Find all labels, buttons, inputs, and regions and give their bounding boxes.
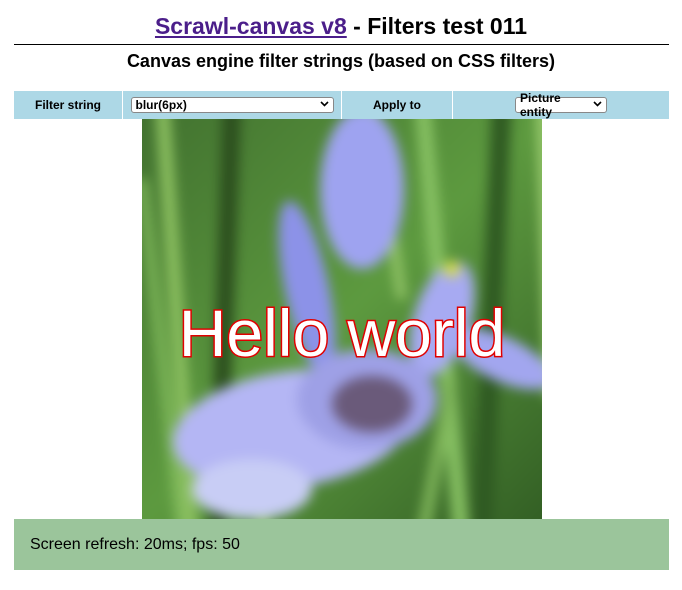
demo-canvas[interactable]: Hello world [142,119,542,519]
header-divider [14,44,669,45]
controls-bar: Filter string blur(6px) Apply to Picture… [14,91,669,119]
chevron-down-icon [319,99,329,110]
apply-to-cell: Picture entity [453,91,669,119]
filter-string-value: blur(6px) [135,98,187,112]
filter-string-cell: blur(6px) [123,91,341,119]
page-subtitle: Canvas engine filter strings (based on C… [126,51,556,71]
page: Scrawl-canvas v8 - Filters test 011 Canv… [0,0,682,590]
filter-string-label: Filter string [14,91,122,119]
apply-to-value: Picture entity [520,91,561,119]
apply-to-label: Apply to [342,91,452,119]
apply-to-select[interactable]: Picture entity [515,91,607,119]
filter-string-select[interactable]: blur(6px) [130,97,334,113]
hello-world-text: Hello world [177,295,506,372]
home-link[interactable]: Scrawl-canvas v8 [155,13,347,39]
page-title-text: - Filters test 011 [346,13,528,39]
status-text: Screen refresh: 20ms; fps: 50 [30,535,240,553]
chevron-down-icon [593,99,602,110]
page-title: Scrawl-canvas v8 - Filters test 011 [0,11,682,41]
status-bar: Screen refresh: 20ms; fps: 50 [14,519,669,570]
